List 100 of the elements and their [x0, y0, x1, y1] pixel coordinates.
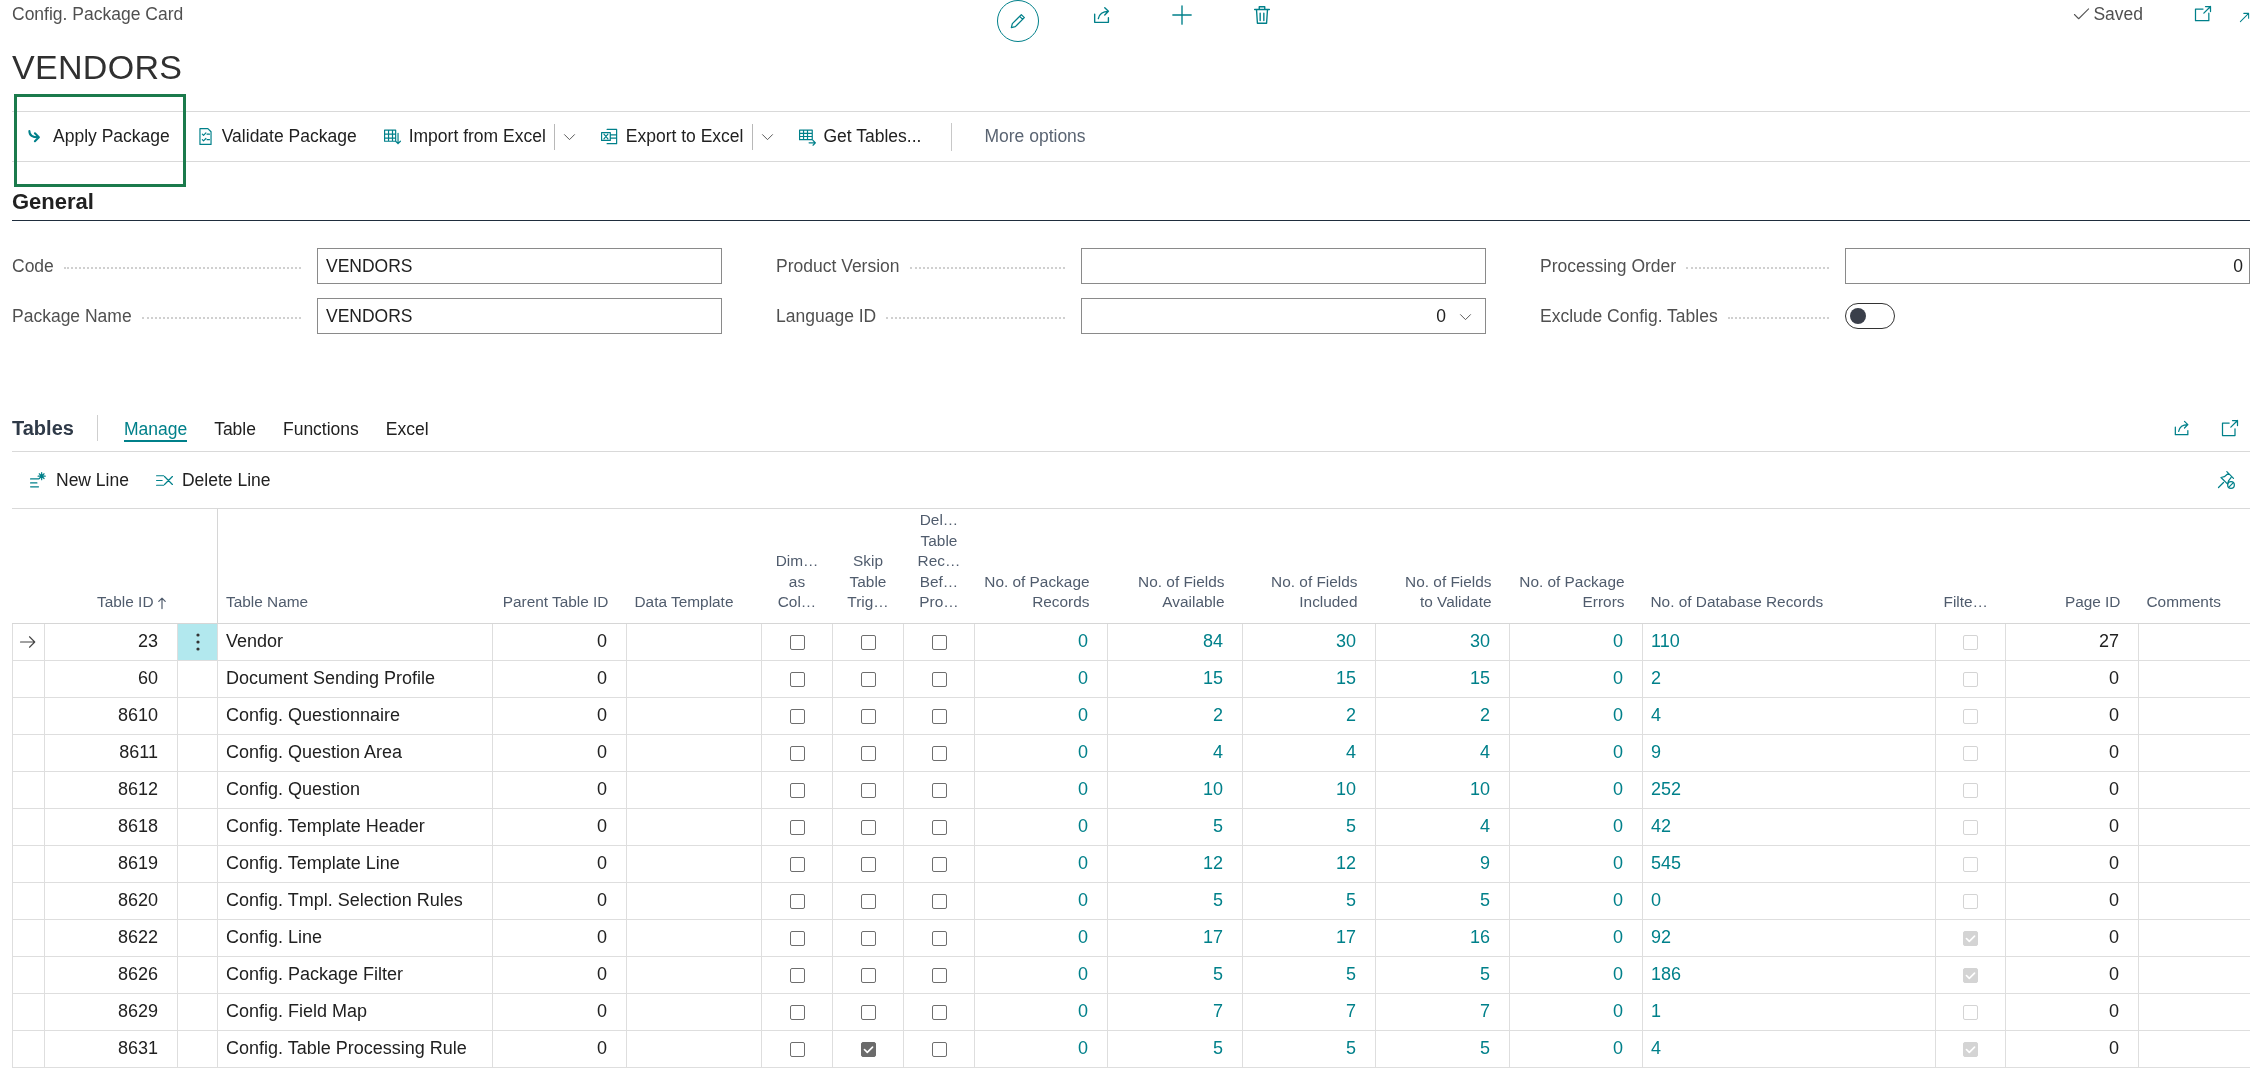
table-cell[interactable]: 4 — [1642, 697, 1936, 734]
table-cell[interactable]: 0 — [1509, 882, 1643, 919]
more-options-button[interactable]: More options — [974, 116, 1096, 157]
table-cell[interactable]: 0 — [974, 697, 1108, 734]
checkbox[interactable] — [931, 671, 947, 687]
action-button[interactable]: Get Tables... — [787, 116, 932, 157]
checkbox[interactable] — [789, 634, 805, 650]
checkbox[interactable] — [860, 634, 876, 650]
checkbox[interactable] — [931, 708, 947, 724]
input-field[interactable]: VENDORS — [317, 248, 722, 284]
input-field[interactable]: 0 — [1845, 248, 2250, 284]
table-cell[interactable]: 5 — [1242, 956, 1376, 993]
column-header[interactable]: No. of Fields Included — [1246, 571, 1358, 613]
table-cell[interactable]: 4 — [1107, 734, 1243, 771]
checkbox[interactable] — [789, 782, 805, 798]
table-cell[interactable]: 0 — [1509, 919, 1643, 956]
table-cell[interactable]: 2 — [1242, 697, 1376, 734]
column-header[interactable]: No. of Package Records — [978, 571, 1090, 613]
table-cell[interactable]: 0 — [1509, 660, 1643, 697]
column-header[interactable]: Page ID — [2064, 592, 2121, 613]
table-cell[interactable]: 0 — [1509, 845, 1643, 882]
checkbox[interactable] — [931, 967, 947, 983]
table-cell[interactable]: 17 — [1107, 919, 1243, 956]
checkbox[interactable] — [789, 819, 805, 835]
table-cell[interactable]: 10 — [1242, 771, 1376, 808]
table-cell[interactable]: 2 — [1375, 697, 1510, 734]
checkbox[interactable] — [789, 930, 805, 946]
checkbox[interactable] — [931, 1041, 947, 1057]
table-cell[interactable]: 42 — [1642, 808, 1936, 845]
table-cell[interactable]: 1 — [1642, 993, 1936, 1030]
table-cell[interactable]: 10 — [1375, 771, 1510, 808]
table-cell[interactable]: 110 — [1642, 623, 1936, 660]
table-cell[interactable]: 12 — [1107, 845, 1243, 882]
action-button[interactable]: New Line — [21, 462, 137, 498]
table-cell[interactable]: 16 — [1375, 919, 1510, 956]
table-cell[interactable]: 186 — [1642, 956, 1936, 993]
checkbox[interactable] — [789, 856, 805, 872]
table-cell[interactable]: 5 — [1375, 956, 1510, 993]
table-cell[interactable]: 5 — [1107, 956, 1243, 993]
table-cell[interactable]: 0 — [1509, 956, 1643, 993]
checkbox[interactable] — [931, 819, 947, 835]
table-cell[interactable]: 30 — [1242, 623, 1376, 660]
checkbox[interactable] — [860, 893, 876, 909]
checkbox[interactable] — [860, 671, 876, 687]
checkbox[interactable] — [860, 856, 876, 872]
table-cell[interactable]: 30 — [1375, 623, 1510, 660]
table-cell[interactable]: 0 — [974, 734, 1108, 771]
checkbox[interactable] — [931, 1004, 947, 1020]
dropdown-field[interactable]: 0 — [1081, 298, 1486, 334]
checkbox[interactable] — [931, 893, 947, 909]
toggle-switch[interactable] — [1845, 303, 1895, 329]
column-header[interactable]: Filte… — [1943, 592, 1988, 613]
pin-icon[interactable] — [2216, 470, 2236, 490]
table-cell[interactable]: 0 — [1509, 623, 1643, 660]
checkbox[interactable] — [860, 967, 876, 983]
checkbox[interactable] — [789, 893, 805, 909]
input-field[interactable]: VENDORS — [317, 298, 722, 334]
input-field[interactable] — [1081, 248, 1486, 284]
table-cell[interactable]: 0 — [974, 660, 1108, 697]
checkbox[interactable] — [860, 930, 876, 946]
table-cell[interactable]: 2 — [1107, 697, 1243, 734]
action-button[interactable]: Validate Package — [185, 116, 367, 157]
table-cell[interactable]: 15 — [1242, 660, 1376, 697]
column-header[interactable]: No. of Fields Available — [1111, 571, 1225, 613]
table-cell[interactable]: 0 — [1509, 1030, 1643, 1067]
pop-out-icon[interactable] — [2193, 4, 2213, 24]
table-cell[interactable]: 4 — [1642, 1030, 1936, 1067]
table-cell[interactable]: 92 — [1642, 919, 1936, 956]
checkbox[interactable] — [860, 1004, 876, 1020]
table-cell[interactable]: 17 — [1242, 919, 1376, 956]
checkbox[interactable] — [860, 782, 876, 798]
checkbox[interactable] — [931, 745, 947, 761]
column-header[interactable]: No. of Package Errors — [1513, 571, 1625, 613]
table-cell[interactable]: 7 — [1375, 993, 1510, 1030]
action-button[interactable]: Export to Excel — [589, 116, 754, 157]
column-header[interactable]: Data Template — [634, 592, 734, 613]
table-cell[interactable]: 545 — [1642, 845, 1936, 882]
table-cell[interactable]: 0 — [1509, 808, 1643, 845]
diagonal-arrow-icon[interactable] — [2239, 11, 2250, 23]
checkbox[interactable] — [931, 930, 947, 946]
pop-out-icon[interactable] — [2220, 418, 2240, 438]
tab[interactable]: Manage — [123, 414, 188, 442]
table-cell[interactable]: 9 — [1642, 734, 1936, 771]
table-cell[interactable]: 5 — [1107, 1030, 1243, 1067]
column-header[interactable]: Parent Table ID — [502, 592, 609, 613]
table-cell[interactable]: 5 — [1107, 882, 1243, 919]
table-cell[interactable]: 7 — [1242, 993, 1376, 1030]
action-button[interactable]: Import from Excel — [372, 116, 556, 157]
table-cell[interactable]: 5 — [1242, 808, 1376, 845]
table-cell[interactable]: 0 — [974, 956, 1108, 993]
table-cell[interactable]: 0 — [1642, 882, 1936, 919]
checkbox[interactable] — [860, 1041, 876, 1057]
checkbox[interactable] — [860, 745, 876, 761]
column-header[interactable]: Comments — [2146, 592, 2221, 613]
checkbox[interactable] — [789, 967, 805, 983]
table-cell[interactable]: 12 — [1242, 845, 1376, 882]
table-cell[interactable]: 5 — [1107, 808, 1243, 845]
action-button[interactable]: Delete Line — [146, 462, 279, 498]
column-header[interactable]: Table ID — [97, 592, 154, 613]
table-cell[interactable]: 0 — [1509, 993, 1643, 1030]
